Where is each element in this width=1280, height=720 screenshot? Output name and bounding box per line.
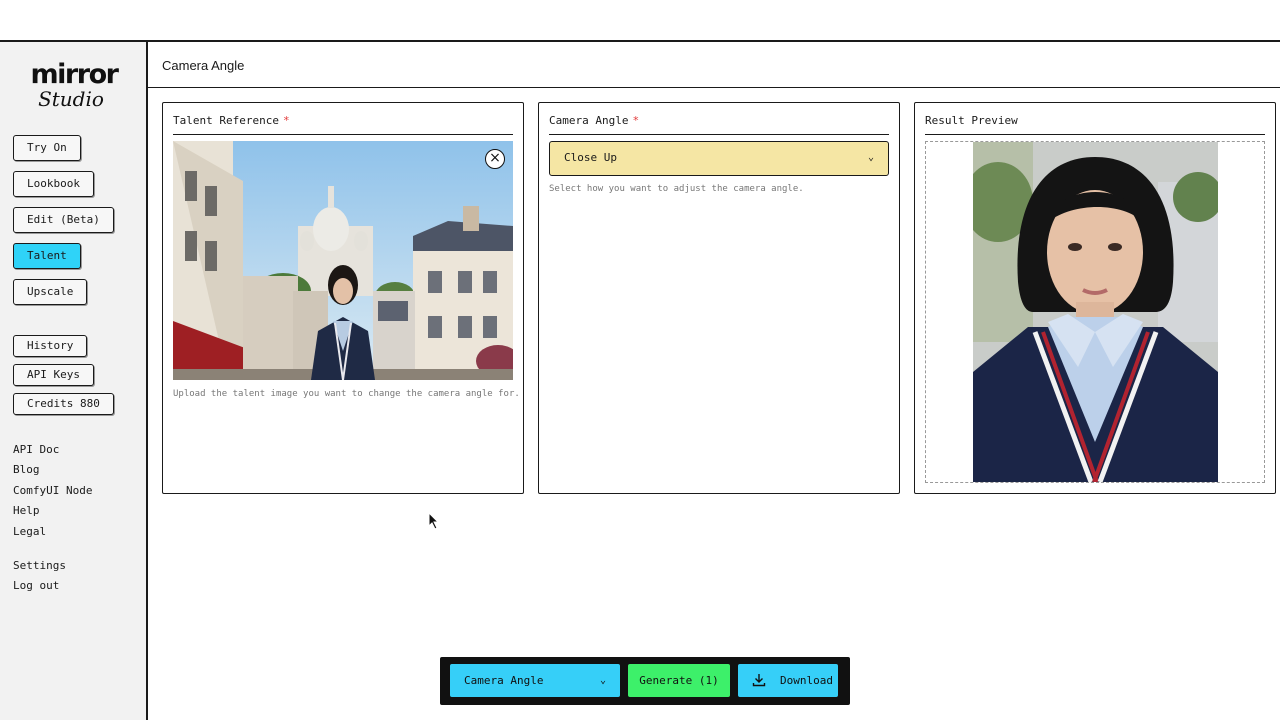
- link-blog[interactable]: Blog: [13, 463, 40, 476]
- sidebar-item-history[interactable]: History: [13, 335, 88, 357]
- result-preview-title: Result Preview: [925, 113, 1265, 135]
- logo[interactable]: mirror Studio: [18, 59, 130, 110]
- talent-reference-panel: Talent Reference * × Upload the talent i…: [162, 102, 524, 494]
- page-header: Camera Angle: [148, 42, 1280, 88]
- camera-angle-label: Camera Angle: [549, 114, 629, 127]
- download-icon: [752, 674, 766, 687]
- sidebar-item-upscale[interactable]: Upscale: [13, 279, 88, 305]
- sidebar-item-edit-beta[interactable]: Edit (Beta): [13, 207, 114, 233]
- sidebar-item-api-keys[interactable]: API Keys: [13, 364, 94, 386]
- sidebar-item-talent[interactable]: Talent: [13, 243, 81, 269]
- logo-wordmark: mirror: [30, 59, 119, 90]
- link-legal[interactable]: Legal: [13, 525, 46, 538]
- camera-angle-select[interactable]: Close Up ⌄: [549, 141, 889, 176]
- chevron-down-icon: ⌄: [599, 675, 606, 686]
- mode-select[interactable]: Camera Angle ⌄: [450, 664, 620, 697]
- download-label: Download: [780, 674, 833, 687]
- top-blank-area: [0, 0, 1280, 40]
- camera-angle-selected-value: Close Up: [564, 151, 617, 164]
- camera-angle-panel: Camera Angle * Close Up ⌄ Select how you …: [538, 102, 900, 494]
- link-log-out[interactable]: Log out: [13, 579, 59, 592]
- result-preview-panel: Result Preview: [914, 102, 1276, 494]
- required-mark: *: [282, 114, 290, 127]
- result-photo: [973, 142, 1218, 482]
- talent-reference-title: Talent Reference *: [173, 113, 513, 135]
- talent-image[interactable]: ×: [173, 141, 513, 380]
- download-button[interactable]: Download: [738, 664, 838, 697]
- logo-subtitle: Studio: [38, 87, 104, 111]
- credits-button[interactable]: Credits 880: [13, 393, 114, 415]
- bottom-toolbar: Camera Angle ⌄ Generate (1) Download: [440, 657, 850, 705]
- link-comfyui-node[interactable]: ComfyUI Node: [13, 484, 92, 497]
- generate-button[interactable]: Generate (1): [628, 664, 730, 697]
- chevron-down-icon: ⌄: [867, 152, 874, 163]
- talent-photo: [173, 141, 513, 380]
- link-help[interactable]: Help: [13, 504, 40, 517]
- cursor-icon: [428, 512, 440, 530]
- sidebar-item-try-on[interactable]: Try On: [13, 135, 81, 161]
- link-api-doc[interactable]: API Doc: [13, 443, 59, 456]
- sidebar: mirror Studio Try On Lookbook Edit (Beta…: [0, 42, 148, 720]
- camera-angle-helper-text: Select how you want to adjust the camera…: [549, 184, 804, 194]
- close-icon[interactable]: ×: [485, 149, 505, 169]
- result-image[interactable]: [973, 142, 1218, 482]
- result-frame: [925, 141, 1265, 483]
- talent-reference-label: Talent Reference: [173, 114, 279, 127]
- sidebar-item-lookbook[interactable]: Lookbook: [13, 171, 94, 197]
- link-settings[interactable]: Settings: [13, 559, 66, 572]
- mode-select-value: Camera Angle: [464, 674, 544, 687]
- camera-angle-title: Camera Angle *: [549, 113, 889, 135]
- app-window: mirror Studio Try On Lookbook Edit (Beta…: [0, 40, 1280, 720]
- page-title: Camera Angle: [162, 58, 245, 73]
- required-mark: *: [632, 114, 640, 127]
- talent-helper-text: Upload the talent image you want to chan…: [173, 389, 520, 399]
